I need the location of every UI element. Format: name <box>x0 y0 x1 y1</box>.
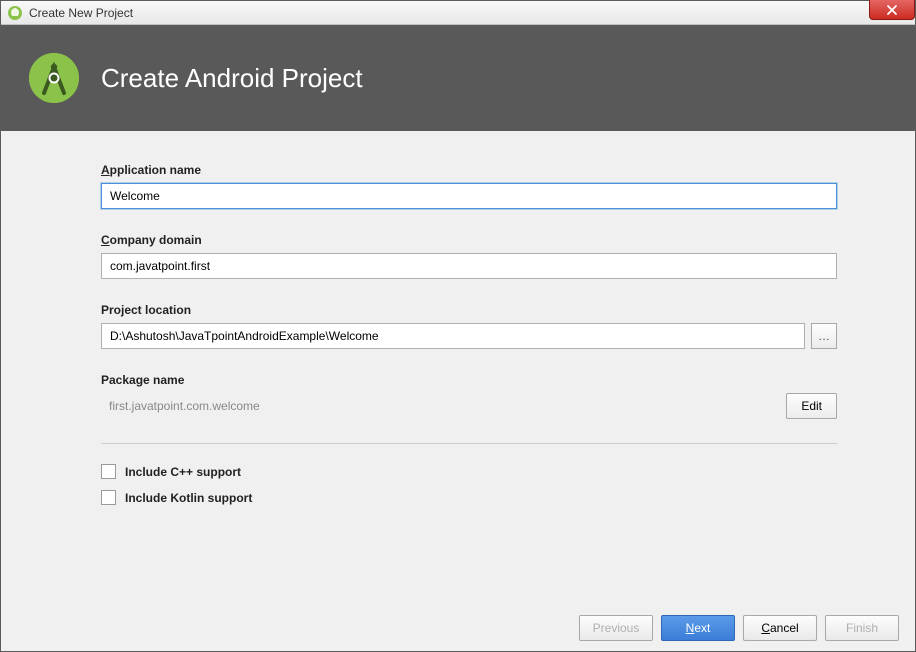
kotlin-support-checkbox[interactable] <box>101 490 116 505</box>
project-location-label: Project location <box>101 303 837 317</box>
close-button[interactable] <box>869 0 915 20</box>
edit-package-button[interactable]: Edit <box>786 393 837 419</box>
wizard-title: Create Android Project <box>101 63 363 94</box>
application-name-label: Application name <box>101 163 837 177</box>
company-domain-group: Company domain <box>101 233 837 279</box>
kotlin-support-row: Include Kotlin support <box>101 490 837 505</box>
titlebar: Create New Project <box>1 1 915 25</box>
wizard-content: Application name Company domain Project … <box>1 131 915 605</box>
cpp-support-label[interactable]: Include C++ support <box>125 465 241 479</box>
package-name-value: first.javatpoint.com.welcome <box>101 399 260 413</box>
wizard-header: Create Android Project <box>1 25 915 131</box>
package-name-group: Package name first.javatpoint.com.welcom… <box>101 373 837 419</box>
browse-button[interactable]: … <box>811 323 837 349</box>
kotlin-support-label[interactable]: Include Kotlin support <box>125 491 252 505</box>
divider <box>101 443 837 444</box>
app-icon <box>7 5 23 21</box>
wizard-window: Create New Project Create Android Projec… <box>0 0 916 652</box>
next-button[interactable]: Next <box>661 615 735 641</box>
cpp-support-row: Include C++ support <box>101 464 837 479</box>
window-title: Create New Project <box>29 6 133 20</box>
project-location-group: Project location … <box>101 303 837 349</box>
application-name-input[interactable] <box>101 183 837 209</box>
application-name-group: Application name <box>101 163 837 209</box>
android-studio-icon <box>29 53 79 103</box>
company-domain-input[interactable] <box>101 253 837 279</box>
company-domain-label: Company domain <box>101 233 837 247</box>
project-location-input[interactable] <box>101 323 805 349</box>
cancel-button[interactable]: Cancel <box>743 615 817 641</box>
finish-button: Finish <box>825 615 899 641</box>
package-name-label: Package name <box>101 373 837 387</box>
previous-button: Previous <box>579 615 653 641</box>
wizard-footer: Previous Next Cancel Finish <box>1 605 915 651</box>
close-icon <box>886 5 898 15</box>
cpp-support-checkbox[interactable] <box>101 464 116 479</box>
